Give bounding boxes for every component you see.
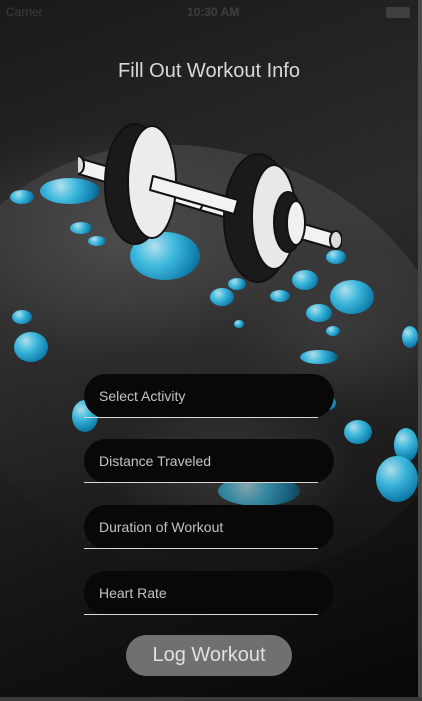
device-frame-right bbox=[418, 0, 422, 701]
page-title: Fill Out Workout Info bbox=[118, 60, 300, 82]
water-drop bbox=[12, 310, 32, 324]
dumbbell-icon bbox=[78, 123, 342, 283]
water-drop bbox=[376, 456, 418, 502]
app-screen: Carrier 10:30 AM Fill Out Workout Info S… bbox=[0, 0, 418, 697]
water-drop bbox=[344, 420, 372, 444]
water-drop bbox=[306, 304, 332, 322]
battery-icon bbox=[386, 7, 410, 18]
distance-traveled-underline bbox=[84, 482, 318, 483]
water-drop bbox=[10, 190, 34, 204]
water-drop bbox=[326, 326, 340, 336]
water-drop bbox=[402, 326, 418, 348]
water-drop bbox=[234, 320, 244, 328]
status-bar: Carrier 10:30 AM bbox=[0, 0, 418, 22]
select-activity-field[interactable]: Select Activity bbox=[84, 374, 334, 418]
water-drop bbox=[270, 290, 290, 302]
log-workout-button[interactable]: Log Workout bbox=[126, 635, 292, 676]
status-carrier: Carrier bbox=[6, 5, 43, 19]
status-time: 10:30 AM bbox=[187, 5, 240, 19]
heart-rate-field[interactable]: Heart Rate bbox=[84, 571, 334, 615]
water-drop bbox=[14, 332, 48, 362]
duration-of-workout-underline bbox=[84, 548, 318, 549]
select-activity-underline bbox=[84, 417, 318, 418]
heart-rate-underline bbox=[84, 614, 318, 615]
water-drop bbox=[300, 350, 338, 364]
water-drop bbox=[210, 288, 234, 306]
device-frame-bottom bbox=[0, 697, 422, 701]
distance-traveled-field[interactable]: Distance Traveled bbox=[84, 439, 334, 483]
duration-of-workout-field[interactable]: Duration of Workout bbox=[84, 505, 334, 549]
